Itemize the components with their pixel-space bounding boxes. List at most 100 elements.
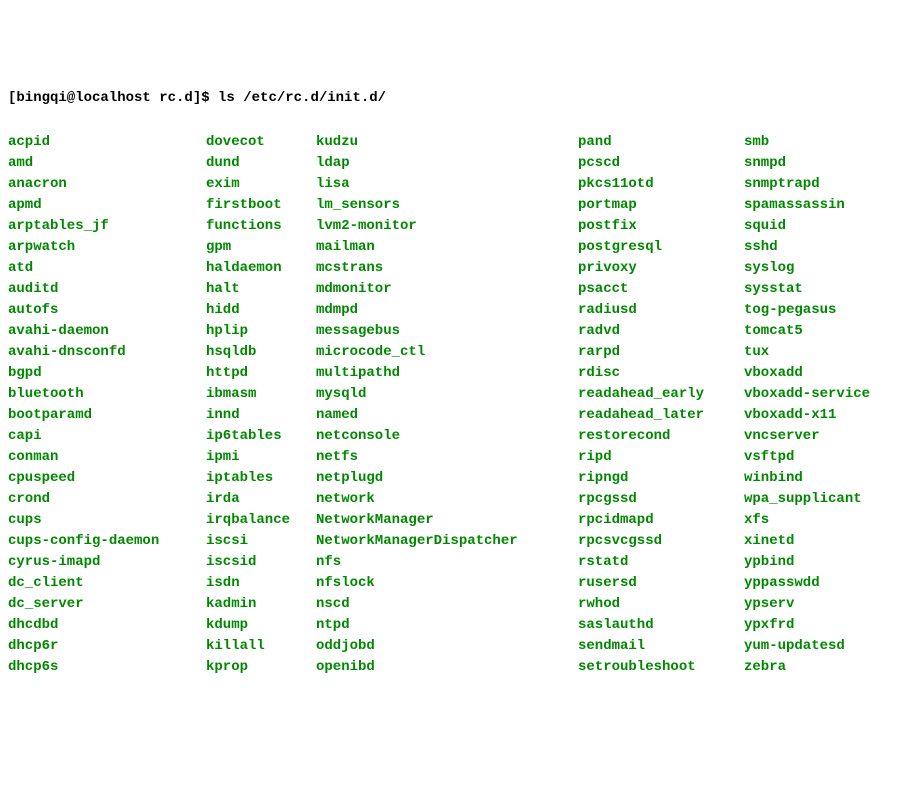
file-entry: nscd (316, 594, 578, 615)
file-entry: conman (8, 447, 206, 468)
file-entry: rstatd (578, 552, 744, 573)
file-entry: readahead_later (578, 405, 744, 426)
file-entry: isdn (206, 573, 316, 594)
file-entry: innd (206, 405, 316, 426)
file-entry: haldaemon (206, 258, 316, 279)
file-entry: oddjobd (316, 636, 578, 657)
file-entry: setroubleshoot (578, 657, 744, 678)
file-entry: dovecot (206, 132, 316, 153)
column-4: pandpcscdpkcs11otdportmappostfixpostgres… (578, 132, 744, 678)
file-entry: ipmi (206, 447, 316, 468)
file-entry: mysqld (316, 384, 578, 405)
file-entry: microcode_ctl (316, 342, 578, 363)
file-entry: mdmonitor (316, 279, 578, 300)
file-entry: anacron (8, 174, 206, 195)
file-entry: sshd (744, 237, 870, 258)
file-entry: vboxadd-service (744, 384, 870, 405)
file-entry: acpid (8, 132, 206, 153)
file-entry: snmpd (744, 153, 870, 174)
file-entry: privoxy (578, 258, 744, 279)
file-entry: ypxfrd (744, 615, 870, 636)
file-entry: ypbind (744, 552, 870, 573)
file-entry: mailman (316, 237, 578, 258)
file-entry: amd (8, 153, 206, 174)
file-entry: rdisc (578, 363, 744, 384)
file-entry: named (316, 405, 578, 426)
file-entry: xinetd (744, 531, 870, 552)
file-entry: rpcidmapd (578, 510, 744, 531)
file-entry: vboxadd (744, 363, 870, 384)
file-entry: messagebus (316, 321, 578, 342)
file-entry: cups (8, 510, 206, 531)
file-entry: smb (744, 132, 870, 153)
file-entry: kprop (206, 657, 316, 678)
file-entry: ip6tables (206, 426, 316, 447)
file-entry: vncserver (744, 426, 870, 447)
file-entry: arptables_jf (8, 216, 206, 237)
file-entry: bgpd (8, 363, 206, 384)
file-entry: killall (206, 636, 316, 657)
file-entry: yum-updatesd (744, 636, 870, 657)
column-2: dovecotdundeximfirstbootfunctionsgpmhald… (206, 132, 316, 678)
file-entry: zebra (744, 657, 870, 678)
file-entry: ibmasm (206, 384, 316, 405)
file-entry: tomcat5 (744, 321, 870, 342)
file-entry: portmap (578, 195, 744, 216)
file-entry: tux (744, 342, 870, 363)
file-entry: vsftpd (744, 447, 870, 468)
file-entry: ldap (316, 153, 578, 174)
file-entry: restorecond (578, 426, 744, 447)
file-entry: exim (206, 174, 316, 195)
file-entry: netfs (316, 447, 578, 468)
file-entry: autofs (8, 300, 206, 321)
file-entry: lm_sensors (316, 195, 578, 216)
file-entry: kadmin (206, 594, 316, 615)
file-entry: bootparamd (8, 405, 206, 426)
file-entry: squid (744, 216, 870, 237)
file-entry: hsqldb (206, 342, 316, 363)
file-entry: apmd (8, 195, 206, 216)
column-5: smbsnmpdsnmptrapdspamassassinsquidsshdsy… (744, 132, 870, 678)
file-entry: ypserv (744, 594, 870, 615)
file-entry: network (316, 489, 578, 510)
file-entry: functions (206, 216, 316, 237)
file-entry: openibd (316, 657, 578, 678)
file-entry: iscsi (206, 531, 316, 552)
file-entry: NetworkManager (316, 510, 578, 531)
file-entry: syslog (744, 258, 870, 279)
file-entry: bluetooth (8, 384, 206, 405)
file-entry: lvm2-monitor (316, 216, 578, 237)
file-entry: readahead_early (578, 384, 744, 405)
file-entry: winbind (744, 468, 870, 489)
file-entry: cyrus-imapd (8, 552, 206, 573)
file-entry: sendmail (578, 636, 744, 657)
file-entry: cpuspeed (8, 468, 206, 489)
file-entry: cups-config-daemon (8, 531, 206, 552)
file-entry: tog-pegasus (744, 300, 870, 321)
file-entry: kdump (206, 615, 316, 636)
file-entry: rusersd (578, 573, 744, 594)
file-entry: gpm (206, 237, 316, 258)
file-entry: dund (206, 153, 316, 174)
file-entry: crond (8, 489, 206, 510)
file-entry: rwhod (578, 594, 744, 615)
file-entry: wpa_supplicant (744, 489, 870, 510)
file-entry: atd (8, 258, 206, 279)
file-entry: pand (578, 132, 744, 153)
file-entry: hplip (206, 321, 316, 342)
file-entry: lisa (316, 174, 578, 195)
file-entry: postfix (578, 216, 744, 237)
file-entry: capi (8, 426, 206, 447)
file-entry: saslauthd (578, 615, 744, 636)
file-entry: irda (206, 489, 316, 510)
file-entry: NetworkManagerDispatcher (316, 531, 578, 552)
file-entry: iscsid (206, 552, 316, 573)
file-entry: radiusd (578, 300, 744, 321)
file-entry: ripd (578, 447, 744, 468)
file-entry: mcstrans (316, 258, 578, 279)
file-entry: psacct (578, 279, 744, 300)
file-entry: nfslock (316, 573, 578, 594)
file-entry: pkcs11otd (578, 174, 744, 195)
file-entry: ripngd (578, 468, 744, 489)
file-entry: rarpd (578, 342, 744, 363)
